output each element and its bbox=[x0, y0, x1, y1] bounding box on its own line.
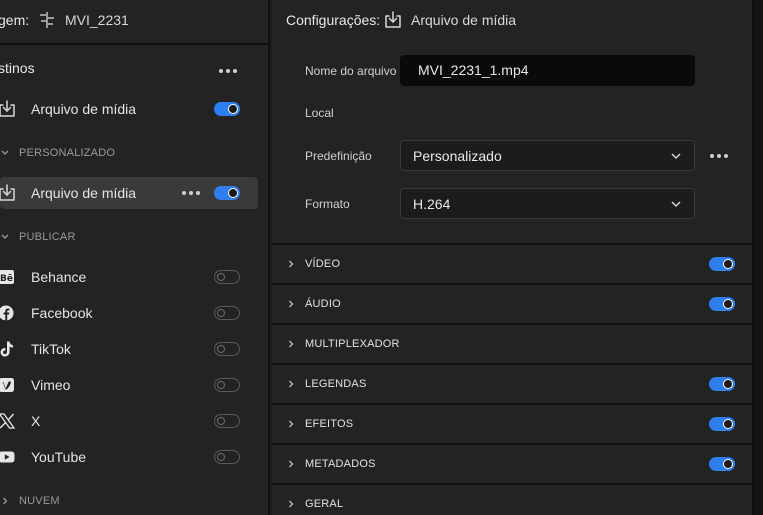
accordion-video[interactable]: VÍDEO bbox=[272, 243, 752, 283]
section-label: PUBLICAR bbox=[19, 231, 76, 243]
destination-item-facebook[interactable]: Facebook bbox=[0, 297, 258, 329]
accordion-captions[interactable]: LEGENDAS bbox=[272, 363, 752, 403]
destination-toggle[interactable] bbox=[214, 378, 240, 392]
chevron-right-icon bbox=[289, 420, 294, 428]
destination-item-vimeo[interactable]: Vimeo bbox=[0, 369, 258, 401]
destinations-panel: gem: MVI_2231 stinos Arquivo de mídia PE… bbox=[0, 0, 270, 515]
accordion-toggle[interactable] bbox=[709, 377, 735, 391]
section-label: NUVEM bbox=[19, 495, 60, 507]
destinations-more-button[interactable] bbox=[217, 64, 239, 78]
accordion-label: MULTIPLEXADOR bbox=[305, 338, 400, 350]
download-icon bbox=[0, 184, 15, 201]
panel-scroll-edge bbox=[752, 0, 763, 515]
accordion-toggle[interactable] bbox=[709, 297, 735, 311]
download-icon bbox=[0, 100, 15, 117]
preset-label: Predefinição bbox=[305, 149, 372, 163]
destination-label: Behance bbox=[31, 269, 87, 285]
destinations-title: stinos bbox=[0, 60, 35, 76]
chevron-down-icon bbox=[1, 150, 9, 155]
settings-target: Arquivo de mídia bbox=[411, 12, 517, 28]
destination-toggle[interactable] bbox=[214, 450, 240, 464]
destination-label: Facebook bbox=[31, 305, 93, 321]
chevron-right-icon bbox=[289, 260, 294, 268]
chevron-down-icon bbox=[1, 234, 9, 239]
vimeo-icon bbox=[0, 378, 14, 392]
destination-item-tiktok[interactable]: TikTok bbox=[0, 333, 258, 365]
file-name-input[interactable]: MVI_2231_1.mp4 bbox=[400, 55, 695, 86]
preset-select[interactable]: Personalizado bbox=[400, 140, 695, 171]
format-select[interactable]: H.264 bbox=[400, 188, 695, 219]
behance-icon: Bē bbox=[0, 270, 14, 284]
accordion-label: GERAL bbox=[305, 498, 344, 510]
destination-toggle[interactable] bbox=[214, 270, 240, 284]
destination-item-youtube[interactable]: YouTube bbox=[0, 441, 258, 473]
accordion-label: EFEITOS bbox=[305, 418, 354, 430]
destination-toggle[interactable] bbox=[214, 102, 240, 116]
accordion-toggle[interactable] bbox=[709, 417, 735, 431]
download-icon bbox=[385, 11, 401, 28]
export-window: gem: MVI_2231 stinos Arquivo de mídia PE… bbox=[0, 0, 763, 515]
destination-item-media-file[interactable]: Arquivo de mídia bbox=[0, 93, 258, 125]
source-header: gem: MVI_2231 bbox=[0, 0, 268, 45]
chevron-right-icon bbox=[289, 500, 294, 508]
destination-toggle[interactable] bbox=[214, 306, 240, 320]
format-value: H.264 bbox=[413, 196, 451, 212]
destination-item-behance[interactable]: Bē Behance bbox=[0, 261, 258, 293]
tiktok-icon bbox=[0, 341, 13, 357]
x-icon bbox=[0, 413, 16, 429]
accordion-toggle[interactable] bbox=[709, 457, 735, 471]
item-more-button[interactable] bbox=[180, 186, 202, 200]
section-label: PERSONALIZADO bbox=[19, 147, 116, 159]
destination-toggle[interactable] bbox=[214, 414, 240, 428]
format-label: Formato bbox=[305, 197, 350, 211]
chevron-right-icon bbox=[289, 460, 294, 468]
destination-item-x[interactable]: X bbox=[0, 405, 258, 437]
svg-text:Bē: Bē bbox=[0, 274, 13, 284]
destination-label: X bbox=[31, 413, 41, 429]
preset-more-button[interactable] bbox=[708, 149, 730, 163]
destination-toggle[interactable] bbox=[214, 342, 240, 356]
settings-title: Configurações: bbox=[286, 12, 381, 28]
chevron-right-icon bbox=[3, 497, 8, 505]
timeline-icon bbox=[40, 12, 54, 28]
accordion-label: METADADOS bbox=[305, 458, 376, 470]
file-name-value: MVI_2231_1.mp4 bbox=[418, 62, 529, 78]
destination-label: TikTok bbox=[31, 341, 71, 357]
accordion-label: ÁUDIO bbox=[305, 298, 341, 310]
accordion-general[interactable]: GERAL bbox=[272, 483, 752, 515]
chevron-down-icon bbox=[671, 153, 681, 160]
facebook-icon bbox=[0, 305, 14, 321]
settings-panel: Configurações: Arquivo de mídia Nome do … bbox=[272, 0, 752, 515]
source-label: gem: bbox=[0, 12, 30, 28]
accordion-audio[interactable]: ÁUDIO bbox=[272, 283, 752, 323]
accordion-effects[interactable]: EFEITOS bbox=[272, 403, 752, 443]
destination-toggle[interactable] bbox=[214, 186, 240, 200]
preset-value: Personalizado bbox=[413, 148, 502, 164]
destination-item-custom-media-file[interactable]: Arquivo de mídia bbox=[0, 177, 258, 209]
youtube-icon bbox=[0, 451, 15, 463]
source-file-name: MVI_2231 bbox=[65, 12, 129, 28]
accordion-toggle[interactable] bbox=[709, 257, 735, 271]
destination-label: Vimeo bbox=[31, 377, 71, 393]
accordion-metadata[interactable]: METADADOS bbox=[272, 443, 752, 483]
destination-label: Arquivo de mídia bbox=[31, 185, 137, 201]
location-label: Local bbox=[305, 106, 334, 120]
chevron-down-icon bbox=[671, 201, 681, 208]
file-name-label: Nome do arquivo bbox=[305, 64, 397, 78]
chevron-right-icon bbox=[289, 340, 294, 348]
destination-label: Arquivo de mídia bbox=[31, 101, 137, 117]
accordion-label: LEGENDAS bbox=[305, 378, 367, 390]
destination-label: YouTube bbox=[31, 449, 87, 465]
accordion-label: VÍDEO bbox=[305, 258, 341, 270]
accordion-multiplexer[interactable]: MULTIPLEXADOR bbox=[272, 323, 752, 363]
chevron-right-icon bbox=[289, 380, 294, 388]
chevron-right-icon bbox=[289, 300, 294, 308]
